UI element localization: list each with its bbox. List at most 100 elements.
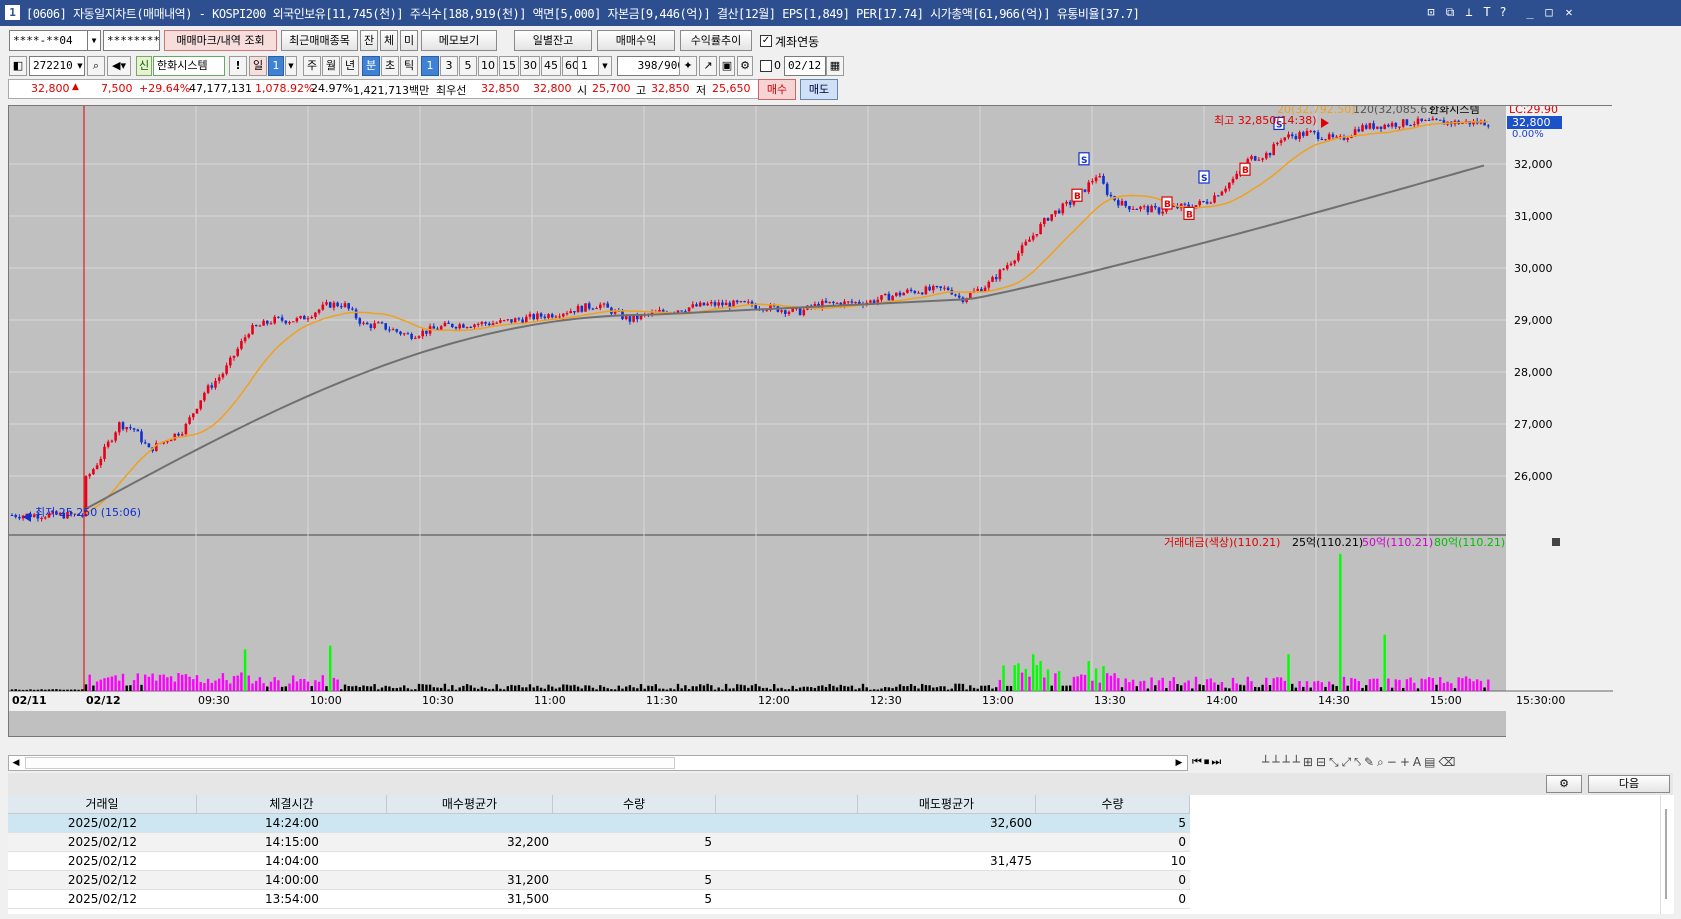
warning-button[interactable]: ! bbox=[229, 56, 247, 76]
period-year-button[interactable]: 년 bbox=[341, 56, 359, 76]
table-header-6[interactable]: 수량 bbox=[1036, 795, 1190, 814]
stock-name-field[interactable]: 한화시스템 bbox=[153, 56, 225, 76]
chevron-down-icon[interactable]: ▼ bbox=[285, 56, 297, 76]
save-icon[interactable]: ▣ bbox=[719, 56, 735, 76]
table-header-4[interactable] bbox=[716, 795, 858, 814]
next-button[interactable]: 다음 bbox=[1588, 775, 1670, 793]
tab-executed[interactable]: 체 bbox=[380, 30, 398, 51]
table-header-3[interactable]: 수량 bbox=[553, 795, 716, 814]
pin-icon[interactable]: ⊥ bbox=[1462, 4, 1476, 20]
interval-button-3[interactable]: 3 bbox=[440, 56, 458, 76]
interval-button-10[interactable]: 10 bbox=[478, 56, 498, 76]
table-header-5[interactable]: 매도평균가 bbox=[858, 795, 1036, 814]
help-icon[interactable]: ? bbox=[1496, 4, 1510, 20]
minimize-icon[interactable]: _ bbox=[1523, 4, 1537, 20]
candle-body bbox=[1276, 142, 1279, 145]
chevron-down-icon[interactable]: ▼ bbox=[87, 30, 101, 51]
line-tool-icon[interactable]: ⤡⤢⤣ bbox=[1329, 755, 1364, 769]
volume-bar bbox=[255, 680, 258, 691]
calendar-icon[interactable]: ▦ bbox=[826, 56, 844, 76]
ruler-icon[interactable]: ┴┴┴┴ bbox=[1262, 755, 1303, 769]
maximize-icon[interactable]: □ bbox=[1542, 4, 1556, 20]
search-icon[interactable]: ⌕ bbox=[87, 56, 105, 76]
tab-balance[interactable]: 잔 bbox=[360, 30, 378, 51]
account-link-checkbox[interactable]: ✓ bbox=[760, 35, 772, 47]
account-select[interactable]: ****-**04 bbox=[9, 30, 89, 51]
drawing-tools[interactable]: ┴┴┴┴⊞⊟⤡⤢⤣✎⌕−+A▤⌫ bbox=[1262, 755, 1672, 771]
table-row[interactable]: 2025/02/12 14:15:00 32,200 5 0 bbox=[8, 833, 1190, 852]
password-field[interactable]: ******** bbox=[103, 30, 160, 51]
layout-icon[interactable]: ⊡ bbox=[1424, 4, 1438, 20]
volume-bar bbox=[1094, 668, 1098, 691]
buy-button[interactable]: 매수 bbox=[758, 79, 796, 100]
price-volume-chart[interactable]: 32,000 31,000 30,000 29,000 28,000 27,000 26,0… bbox=[8, 103, 1613, 738]
tab-unexecuted[interactable]: 미 bbox=[400, 30, 418, 51]
zero-checkbox[interactable] bbox=[760, 60, 772, 72]
text-size-icon[interactable]: T bbox=[1480, 4, 1494, 20]
period-tick-button[interactable]: 틱 bbox=[400, 56, 418, 76]
table-row[interactable]: 2025/02/12 14:24:00 32,600 5 bbox=[8, 814, 1190, 833]
table-header-1[interactable]: 체결시간 bbox=[197, 795, 387, 814]
window-title-bar[interactable]: 1 [0606] 자동일지차트(매매내역) - KOSPI200 외국인보유[1… bbox=[0, 0, 1681, 26]
period-day-button[interactable]: 일 bbox=[249, 56, 267, 76]
plus-icon[interactable]: + bbox=[1400, 755, 1413, 769]
memo-button[interactable]: 메모보기 bbox=[421, 30, 497, 51]
table-header-2[interactable]: 매수평균가 bbox=[387, 795, 553, 814]
copy-icon[interactable]: ⧉ bbox=[1443, 4, 1457, 20]
zoom-icon[interactable]: ⌕ bbox=[1377, 755, 1387, 769]
candle-body bbox=[240, 341, 243, 349]
sell-button[interactable]: 매도 bbox=[800, 79, 838, 100]
scroll-right-icon[interactable]: ▶ bbox=[1172, 756, 1186, 770]
daily-balance-button[interactable]: 일별잔고 bbox=[514, 30, 592, 51]
indicator-icon[interactable]: ✦ bbox=[679, 56, 697, 76]
profit-trend-button[interactable]: 수익률추이 bbox=[680, 30, 752, 51]
period-second-button[interactable]: 초 bbox=[381, 56, 399, 76]
trade-mark-query-button[interactable]: 매매마크/내역 조회 bbox=[164, 30, 277, 51]
interval-button-30[interactable]: 30 bbox=[520, 56, 540, 76]
speaker-icon[interactable]: ◀▾ bbox=[107, 56, 131, 76]
chevron-down-icon[interactable]: ▼ bbox=[598, 56, 612, 76]
volume-bar bbox=[136, 673, 139, 691]
eraser-icon[interactable]: ⌫ bbox=[1438, 755, 1458, 769]
window-icon[interactable]: ⊞⊟ bbox=[1303, 755, 1329, 769]
interval-button-1[interactable]: 1 bbox=[421, 56, 439, 76]
date-input[interactable]: 02/12 bbox=[784, 56, 826, 76]
table-header-0[interactable]: 거래일 bbox=[8, 795, 197, 814]
chart-canvas[interactable]: 32,000 31,000 30,000 29,000 28,000 27,000 26,0… bbox=[9, 103, 1613, 738]
interval-button-5[interactable]: 5 bbox=[459, 56, 477, 76]
table-row[interactable]: 2025/02/12 14:00:00 31,200 5 0 bbox=[8, 871, 1190, 890]
panel-toggle-icon[interactable]: ◧ bbox=[9, 56, 27, 76]
period-week-button[interactable]: 주 bbox=[303, 56, 321, 76]
scroll-left-icon[interactable]: ◀ bbox=[9, 756, 23, 770]
scroll-thumb[interactable] bbox=[1665, 809, 1667, 899]
period-minute-button[interactable]: 분 bbox=[362, 56, 380, 76]
chevron-down-icon[interactable]: ▼ bbox=[75, 57, 85, 75]
table-row[interactable]: 2025/02/12 14:04:00 31,475 10 bbox=[8, 852, 1190, 871]
minus-icon[interactable]: − bbox=[1387, 755, 1400, 769]
interval-button-15[interactable]: 15 bbox=[499, 56, 519, 76]
trend-tool-icon[interactable]: ↗ bbox=[699, 56, 717, 76]
period-month-button[interactable]: 월 bbox=[322, 56, 340, 76]
interval-button-45[interactable]: 45 bbox=[541, 56, 561, 76]
candle-body bbox=[1320, 138, 1324, 140]
playback-controls[interactable]: ⏮⏹⏭ bbox=[1192, 755, 1262, 771]
trade-profit-button[interactable]: 매매수익 bbox=[597, 30, 675, 51]
table-scrollbar[interactable] bbox=[1660, 795, 1674, 914]
period-day-count[interactable]: 1 bbox=[268, 56, 284, 76]
color-icon[interactable]: ▤ bbox=[1424, 755, 1438, 769]
close-icon[interactable]: ✕ bbox=[1562, 4, 1576, 20]
volume-bar bbox=[14, 689, 17, 691]
gear-icon[interactable]: ⚙ bbox=[737, 56, 753, 76]
gear-icon[interactable]: ⚙ bbox=[1546, 775, 1582, 793]
volume-bar bbox=[269, 681, 273, 691]
bar-count-field[interactable]: 398/900 bbox=[617, 56, 687, 76]
scroll-thumb[interactable] bbox=[25, 757, 675, 769]
play-icon[interactable]: ⏭ bbox=[1211, 755, 1223, 768]
chart-scrollbar[interactable]: ◀ ▶ bbox=[8, 755, 1188, 771]
recent-trades-button[interactable]: 최근매매종목 bbox=[281, 30, 358, 51]
text-icon[interactable]: A bbox=[1413, 755, 1424, 769]
pencil-icon[interactable]: ✎ bbox=[1364, 755, 1377, 769]
table-row[interactable]: 2025/02/12 13:54:00 31,500 5 0 bbox=[8, 890, 1190, 909]
volume-bar bbox=[480, 686, 484, 691]
step-back-icon[interactable]: ⏮ bbox=[1192, 755, 1204, 768]
